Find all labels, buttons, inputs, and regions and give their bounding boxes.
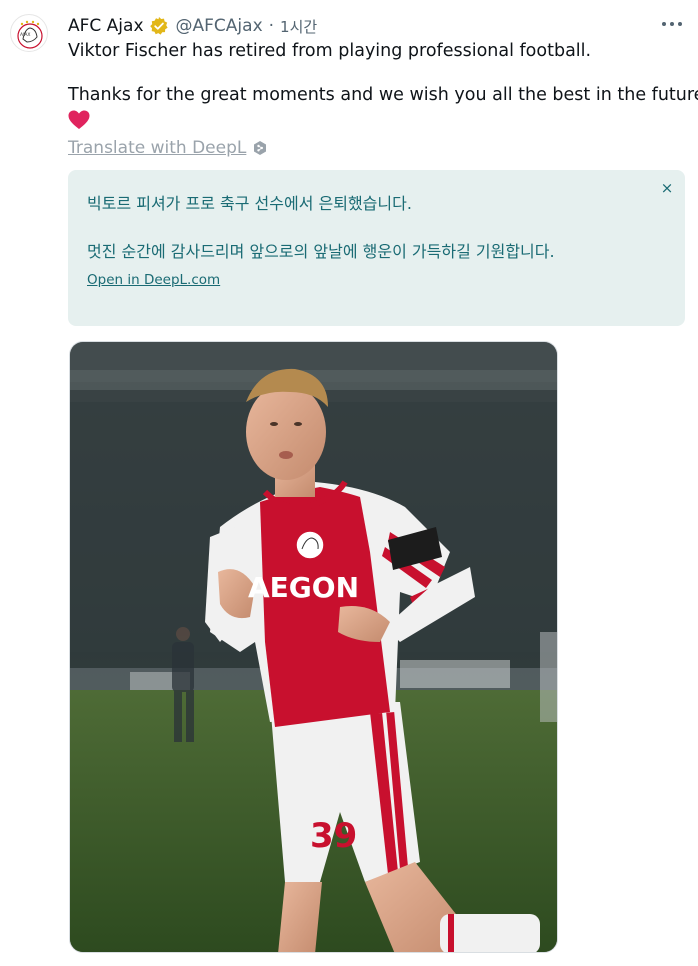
tweet-text: Viktor Fischer has retired from playing …	[68, 40, 698, 130]
user-handle[interactable]: @AFCAjax	[176, 16, 263, 36]
display-name[interactable]: AFC Ajax	[68, 16, 144, 36]
avatar[interactable]: AJAX	[10, 14, 48, 52]
more-options-icon[interactable]	[662, 14, 682, 34]
translation-panel: 빅토르 피셔가 프로 축구 선수에서 은퇴했습니다. 멋진 순간에 감사드리며 …	[68, 170, 685, 326]
svg-text:AJAX: AJAX	[20, 32, 31, 38]
deepl-icon	[252, 140, 268, 156]
tweet-text-line-1: Viktor Fischer has retired from playing …	[68, 41, 592, 61]
tweet-card: AJAX AFC Ajax @AFCAjax · 1시간 Viktor Fisc…	[0, 0, 698, 966]
shirt-sponsor: AEGON	[248, 571, 359, 604]
tweet-header: AFC Ajax @AFCAjax · 1시간	[68, 14, 682, 38]
close-translation-icon[interactable]: ×	[659, 180, 675, 196]
verified-badge-icon	[149, 16, 169, 36]
translate-with-deepl-link[interactable]: Translate with DeepL	[68, 136, 268, 160]
tweet-text-line-2: Thanks for the great moments and we wish…	[68, 85, 698, 105]
translation-line-2: 멋진 순간에 감사드리며 앞으로의 앞날에 행운이 가득하길 기원합니다.	[87, 242, 555, 261]
heart-emoji-icon	[68, 110, 90, 130]
shorts-number: 39	[310, 816, 357, 856]
tweet-photo[interactable]: 39 AEGON	[69, 341, 558, 953]
separator-dot: ·	[268, 16, 275, 36]
translation-line-1: 빅토르 피셔가 프로 축구 선수에서 은퇴했습니다.	[87, 194, 412, 213]
open-in-deepl-link[interactable]: Open in DeepL.com	[87, 272, 220, 288]
translate-link-label: Translate with DeepL	[68, 138, 247, 158]
timestamp[interactable]: 1시간	[280, 16, 317, 37]
